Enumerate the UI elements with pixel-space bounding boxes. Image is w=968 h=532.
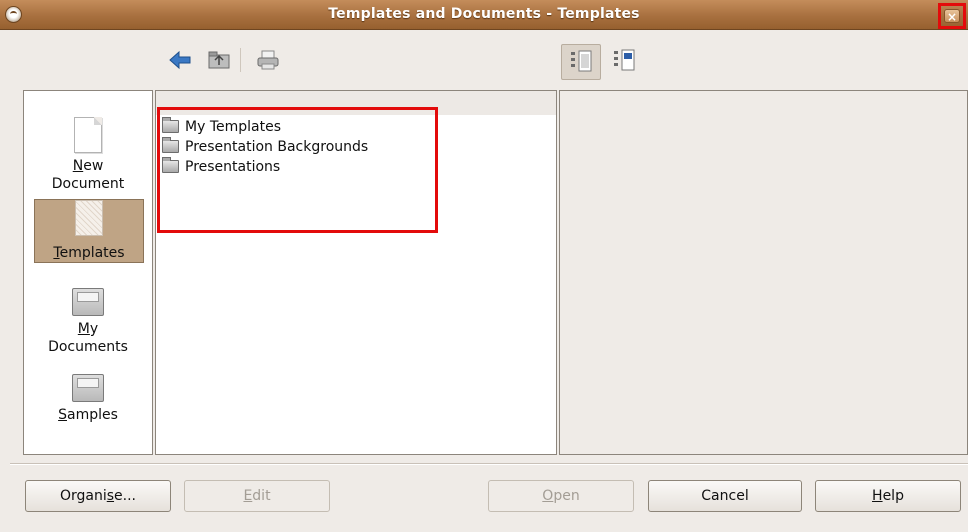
- sidebar-item-new-document[interactable]: New Document: [24, 117, 152, 193]
- print-icon[interactable]: [256, 50, 280, 70]
- folder-icon: [162, 157, 179, 173]
- sidebar-item-label-line2: Documents: [48, 339, 128, 355]
- title-bar: Templates and Documents - Templates ×: [0, 0, 968, 30]
- folder-icon: [162, 137, 179, 153]
- divider: [10, 463, 968, 465]
- button-label: dit: [252, 488, 271, 504]
- sidebar-item-label: ew: [83, 158, 104, 174]
- toolbar-separator: [240, 48, 241, 72]
- list-item-label: Presentation Backgrounds: [185, 139, 369, 155]
- button-label: e...: [114, 488, 137, 504]
- samples-icon: [72, 374, 104, 402]
- sidebar-item-label: amples: [66, 407, 118, 423]
- preview-view-button[interactable]: [561, 44, 601, 80]
- templates-icon: [75, 200, 103, 236]
- sidebar-item-templates[interactable]: Templates: [34, 199, 144, 263]
- window-title: Templates and Documents - Templates: [328, 6, 640, 22]
- close-button[interactable]: ×: [938, 3, 966, 29]
- button-mnemonic: s: [106, 488, 115, 504]
- sidebar-item-label-mnemonic: N: [72, 158, 84, 174]
- open-button[interactable]: Open: [488, 480, 634, 512]
- button-label: pen: [553, 488, 580, 504]
- list-item[interactable]: Presentations: [162, 157, 542, 177]
- button-mnemonic: H: [872, 488, 883, 504]
- sidebar-item-label-mnemonic: S: [58, 407, 67, 423]
- preview-pane: [559, 90, 968, 455]
- my-documents-icon: [72, 288, 104, 316]
- help-button[interactable]: Help: [815, 480, 961, 512]
- sidebar-item-label: y: [89, 321, 99, 337]
- close-icon: ×: [944, 9, 960, 24]
- sidebar-item-label-mnemonic: M: [77, 321, 90, 337]
- list-item-label: Presentations: [185, 159, 281, 175]
- button-label: Organi: [59, 488, 107, 504]
- file-list: My Templates Presentation Backgrounds Pr…: [162, 117, 542, 177]
- file-list-pane: My Templates Presentation Backgrounds Pr…: [155, 90, 557, 455]
- button-label: elp: [882, 488, 904, 504]
- sidebar-item-samples[interactable]: Samples: [24, 374, 152, 424]
- file-list-header: [156, 91, 556, 115]
- edit-button[interactable]: Edit: [184, 480, 330, 512]
- list-item[interactable]: Presentation Backgrounds: [162, 137, 542, 157]
- list-item-label: My Templates: [185, 119, 281, 135]
- button-mnemonic: E: [243, 488, 253, 504]
- document-properties-icon: [614, 49, 635, 71]
- folder-icon: [162, 117, 179, 133]
- sidebar: New Document Templates My Documents Samp…: [23, 90, 153, 455]
- list-item[interactable]: My Templates: [162, 117, 542, 137]
- cancel-button[interactable]: Cancel: [648, 480, 802, 512]
- folder-up-icon[interactable]: [207, 50, 231, 70]
- button-mnemonic: O: [542, 488, 554, 504]
- back-icon[interactable]: [168, 50, 192, 70]
- organise-button[interactable]: Organise...: [25, 480, 171, 512]
- new-document-icon: [74, 117, 102, 153]
- sidebar-item-my-documents[interactable]: My Documents: [24, 288, 152, 356]
- preview-view-icon: [571, 50, 592, 72]
- sidebar-item-label: emplates: [59, 245, 125, 261]
- document-properties-button[interactable]: [608, 44, 642, 80]
- sidebar-item-label-line2: Document: [51, 176, 125, 192]
- button-label: Cancel: [701, 488, 749, 504]
